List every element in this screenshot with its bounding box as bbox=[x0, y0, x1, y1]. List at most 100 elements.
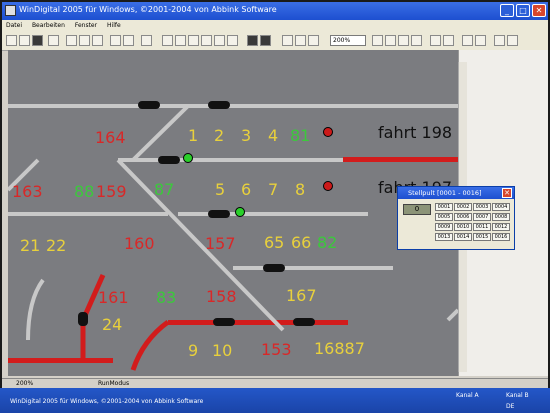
right-icon[interactable] bbox=[385, 35, 396, 46]
block-label[interactable]: 65 bbox=[264, 235, 284, 251]
stellpult-button[interactable]: 0008 bbox=[492, 213, 510, 221]
grid-icon[interactable] bbox=[247, 35, 258, 46]
block-label[interactable]: 83 bbox=[156, 290, 176, 306]
up-icon[interactable] bbox=[398, 35, 409, 46]
taskbar-app-button[interactable]: WinDigital 2005 für Windows, ©2001-2004 … bbox=[10, 398, 203, 405]
block-label[interactable]: 6 bbox=[241, 182, 251, 198]
stellpult-button[interactable]: 0015 bbox=[473, 233, 491, 241]
down-icon[interactable] bbox=[411, 35, 422, 46]
panel-icon[interactable] bbox=[260, 35, 271, 46]
paste-icon[interactable] bbox=[92, 35, 103, 46]
block-label[interactable]: 24 bbox=[102, 317, 122, 333]
block-label[interactable]: 82 bbox=[317, 235, 337, 251]
block-label[interactable]: 159 bbox=[96, 184, 127, 200]
menu-fenster[interactable]: Fenster bbox=[75, 22, 97, 29]
stellpult-button[interactable]: 0014 bbox=[454, 233, 472, 241]
stellpult-button[interactable]: 0006 bbox=[454, 213, 472, 221]
stellpult-button[interactable]: 0013 bbox=[435, 233, 453, 241]
left-icon[interactable] bbox=[372, 35, 383, 46]
dialog-title-bar[interactable]: Stellpult [0001 - 0016] ✕ bbox=[398, 187, 514, 199]
block-label[interactable]: 160 bbox=[124, 236, 155, 252]
signal[interactable] bbox=[208, 210, 230, 218]
signal-icon[interactable] bbox=[201, 35, 212, 46]
block-label[interactable]: 16887 bbox=[314, 341, 365, 357]
stellpult-button[interactable]: 0001 bbox=[435, 203, 453, 211]
block-label[interactable]: 21 bbox=[20, 238, 40, 254]
block-label[interactable]: 2 bbox=[214, 128, 224, 144]
track-canvas[interactable]: fahrt 198 fahrt 197 164 1 2 3 4 81 163 8… bbox=[8, 50, 458, 376]
signal[interactable] bbox=[158, 156, 180, 164]
copy-icon[interactable] bbox=[79, 35, 90, 46]
stellpult-button[interactable]: 0007 bbox=[473, 213, 491, 221]
zoom-fit-icon[interactable] bbox=[308, 35, 319, 46]
block-label[interactable]: 8 bbox=[295, 182, 305, 198]
route-icon[interactable] bbox=[443, 35, 454, 46]
block-label[interactable]: 87 bbox=[154, 182, 174, 198]
stop-icon[interactable] bbox=[141, 35, 152, 46]
stellpult-button[interactable]: 0005 bbox=[435, 213, 453, 221]
dialog-close-button[interactable]: ✕ bbox=[502, 188, 512, 198]
block-label[interactable]: 66 bbox=[291, 235, 311, 251]
zoom-in-icon[interactable] bbox=[282, 35, 293, 46]
signal[interactable] bbox=[263, 264, 285, 272]
stellpult-button[interactable]: 0016 bbox=[492, 233, 510, 241]
title-bar[interactable]: WinDigital 2005 für Windows, ©2001-2004 … bbox=[2, 2, 548, 20]
block-label[interactable]: 3 bbox=[241, 128, 251, 144]
zoom-out-icon[interactable] bbox=[295, 35, 306, 46]
switch-icon[interactable] bbox=[188, 35, 199, 46]
maximize-button[interactable]: □ bbox=[516, 4, 530, 17]
taskbar: WinDigital 2005 für Windows, ©2001-2004 … bbox=[0, 388, 550, 413]
block-label[interactable]: 4 bbox=[268, 128, 278, 144]
open-icon[interactable] bbox=[19, 35, 30, 46]
block-label[interactable]: 161 bbox=[98, 290, 129, 306]
block-label[interactable]: 163 bbox=[12, 184, 43, 200]
stellpult-button[interactable]: 0003 bbox=[473, 203, 491, 211]
signal[interactable] bbox=[138, 101, 160, 109]
stellpult-button[interactable]: 0004 bbox=[492, 203, 510, 211]
block-label[interactable]: 164 bbox=[95, 130, 126, 146]
settings-icon[interactable] bbox=[462, 35, 473, 46]
text-tool-icon[interactable] bbox=[227, 35, 238, 46]
loco-icon[interactable] bbox=[430, 35, 441, 46]
language-indicator[interactable]: DE bbox=[506, 403, 514, 410]
undo-icon[interactable] bbox=[110, 35, 121, 46]
signal[interactable] bbox=[213, 318, 235, 326]
new-icon[interactable] bbox=[6, 35, 17, 46]
redo-icon[interactable] bbox=[123, 35, 134, 46]
pointer-icon[interactable] bbox=[494, 35, 505, 46]
zoom-select[interactable]: 200% bbox=[330, 35, 366, 46]
signal[interactable] bbox=[208, 101, 230, 109]
stellpult-button[interactable]: 0010 bbox=[454, 223, 472, 231]
help-icon[interactable] bbox=[475, 35, 486, 46]
tools-icon[interactable] bbox=[507, 35, 518, 46]
block-label[interactable]: 10 bbox=[212, 343, 232, 359]
menu-datei[interactable]: Datei bbox=[6, 22, 22, 29]
block-label[interactable]: 88 bbox=[74, 184, 94, 200]
block-label[interactable]: 157 bbox=[205, 236, 236, 252]
block-icon[interactable] bbox=[214, 35, 225, 46]
block-label[interactable]: 158 bbox=[206, 289, 237, 305]
edit-icon[interactable] bbox=[162, 35, 173, 46]
stellpult-button[interactable]: 0011 bbox=[473, 223, 491, 231]
save-icon[interactable] bbox=[32, 35, 43, 46]
block-label[interactable]: 153 bbox=[261, 342, 292, 358]
cut-icon[interactable] bbox=[66, 35, 77, 46]
signal[interactable] bbox=[78, 312, 88, 326]
menu-bearbeiten[interactable]: Bearbeiten bbox=[32, 22, 65, 29]
block-label[interactable]: 1 bbox=[188, 128, 198, 144]
stellpult-button[interactable]: 0012 bbox=[492, 223, 510, 231]
track-icon[interactable] bbox=[175, 35, 186, 46]
block-label[interactable]: 81 bbox=[290, 128, 310, 144]
minimize-button[interactable]: _ bbox=[500, 4, 514, 17]
stellpult-button[interactable]: 0009 bbox=[435, 223, 453, 231]
signal[interactable] bbox=[293, 318, 315, 326]
block-label[interactable]: 9 bbox=[188, 343, 198, 359]
close-button[interactable]: ✕ bbox=[532, 4, 546, 17]
block-label[interactable]: 5 bbox=[215, 182, 225, 198]
stellpult-button[interactable]: 0002 bbox=[454, 203, 472, 211]
block-label[interactable]: 167 bbox=[286, 288, 317, 304]
print-icon[interactable] bbox=[48, 35, 59, 46]
block-label[interactable]: 22 bbox=[46, 238, 66, 254]
menu-hilfe[interactable]: Hilfe bbox=[107, 22, 121, 29]
block-label[interactable]: 7 bbox=[268, 182, 278, 198]
